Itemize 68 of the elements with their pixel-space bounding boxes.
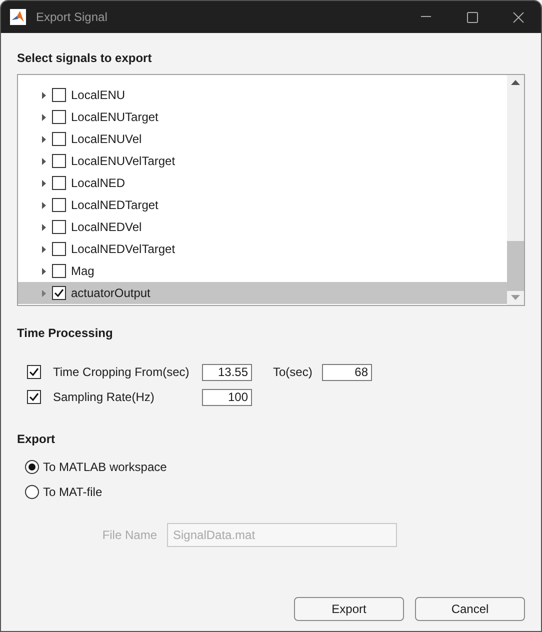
tree-row[interactable]: LocalENUVel — [18, 128, 507, 150]
radio-label: To MAT-file — [43, 484, 102, 501]
tree-row[interactable]: Mag — [18, 260, 507, 282]
signal-label: actuatorOutput — [71, 285, 150, 302]
dialog-button[interactable]: Export — [294, 597, 404, 621]
tree-row[interactable]: LocalENUVelTarget — [18, 150, 507, 172]
field-label: To(sec) — [273, 364, 314, 381]
tree-row[interactable]: LocalNEDVelTarget — [18, 238, 507, 260]
expand-arrow-icon[interactable] — [42, 136, 46, 142]
tree-row[interactable]: LocalNED — [18, 172, 507, 194]
checkbox[interactable] — [27, 390, 41, 404]
expand-arrow-icon[interactable] — [42, 92, 46, 98]
checkbox[interactable] — [27, 365, 41, 379]
expand-arrow-icon[interactable] — [42, 114, 46, 120]
checkbox[interactable] — [52, 176, 66, 190]
expand-arrow-icon[interactable] — [42, 268, 46, 274]
checkbox[interactable] — [52, 264, 66, 278]
checkbox[interactable] — [52, 198, 66, 212]
radio-label: To MATLAB workspace — [43, 459, 167, 476]
scroll-thumb[interactable] — [507, 241, 524, 291]
tree-row[interactable]: LocalNEDVel — [18, 216, 507, 238]
radio-button[interactable] — [25, 485, 39, 499]
checkbox[interactable] — [52, 286, 66, 300]
rate-field[interactable]: 100 — [202, 388, 252, 406]
checkbox[interactable] — [52, 154, 66, 168]
field-value: 100 — [228, 389, 248, 406]
from-field[interactable]: 13.55 — [202, 364, 252, 380]
signal-label: LocalENUVel — [71, 131, 142, 148]
to-field[interactable]: 68 — [322, 364, 372, 380]
checkbox[interactable] — [52, 88, 66, 102]
field-value: 13.55 — [218, 364, 248, 381]
expand-arrow-icon[interactable] — [42, 224, 46, 230]
minimize-icon — [421, 16, 431, 18]
field-value: SignalData.mat — [173, 527, 256, 544]
signal-label: LocalENUVelTarget — [71, 153, 176, 170]
field-label: File Name — [101, 527, 158, 544]
section-heading: Select signals to export — [17, 51, 153, 65]
signal-label: LocalNEDTarget — [71, 197, 158, 214]
checkbox[interactable] — [52, 220, 66, 234]
checkbox-label: Time Cropping From(sec) — [53, 364, 190, 381]
signal-label: LocalENUTarget — [71, 109, 158, 126]
section-heading: Time Processing — [17, 326, 114, 340]
checkbox[interactable] — [52, 242, 66, 256]
expand-arrow-icon[interactable] — [42, 246, 46, 252]
signal-label: Mag — [71, 263, 94, 280]
tree-row[interactable]: actuatorOutput — [18, 282, 507, 304]
expand-arrow-icon[interactable] — [42, 202, 46, 208]
signal-label: LocalENU — [71, 87, 126, 104]
scroll-up-icon[interactable] — [511, 80, 520, 85]
maximize-icon — [466, 12, 478, 22]
expand-arrow-icon[interactable] — [42, 180, 46, 186]
tree-row[interactable]: LocalENUTarget — [18, 106, 507, 128]
dialog-button[interactable]: Cancel — [415, 597, 525, 621]
tree-row[interactable]: LocalENU — [18, 84, 507, 106]
signal-label: LocalNEDVelTarget — [71, 241, 176, 258]
checkbox[interactable] — [52, 110, 66, 124]
app-icon — [10, 9, 26, 25]
tree-row[interactable]: LocalNEDTarget — [18, 194, 507, 216]
field-value: 68 — [354, 364, 368, 381]
section-heading: Export — [17, 432, 56, 446]
expand-arrow-icon[interactable] — [42, 158, 46, 164]
signal-label: LocalNED — [71, 175, 126, 192]
close-icon — [512, 12, 524, 22]
checkbox-label: Sampling Rate(Hz) — [53, 389, 156, 406]
window-title: Export Signal — [36, 9, 108, 26]
radio-button[interactable] — [25, 460, 39, 474]
checkbox[interactable] — [52, 132, 66, 146]
signal-label: LocalNEDVel — [71, 219, 142, 236]
